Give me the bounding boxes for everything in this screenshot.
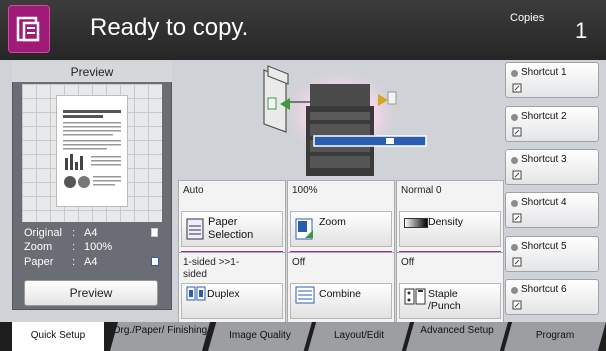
shortcut-indicator-icon: [511, 200, 518, 207]
machine-illustration: [176, 62, 494, 180]
tab-org-paper-finishing[interactable]: Org./Paper/ Finishing: [110, 322, 210, 351]
density-cell[interactable]: Normal 0 Density: [396, 180, 504, 260]
duplex-icon: [186, 286, 206, 301]
register-icon: [512, 257, 522, 267]
shortcut-3-button[interactable]: Shortcut 3: [505, 149, 599, 185]
duplex-button[interactable]: Duplex: [181, 283, 283, 319]
copies-label: Copies: [510, 12, 545, 24]
register-icon: [512, 300, 522, 310]
paper-value: A4: [84, 256, 98, 268]
paper-icon: [186, 218, 204, 240]
tab-quick-setup[interactable]: Quick Setup: [12, 322, 104, 351]
original-value: A4: [84, 227, 98, 239]
shortcut-indicator-icon: [511, 114, 518, 121]
status-message: Ready to copy.: [90, 14, 249, 41]
shortcut-2-button[interactable]: Shortcut 2: [505, 106, 599, 142]
shortcut-indicator-icon: [511, 244, 518, 251]
combine-icon: [295, 286, 315, 304]
zoom-cell[interactable]: 100% Zoom: [287, 180, 395, 260]
tab-advanced-setup[interactable]: Advanced Setup: [406, 322, 508, 351]
combine-cell[interactable]: Off Combine: [287, 252, 395, 332]
duplex-value: 1-sided >>1-sided: [183, 257, 240, 280]
combine-button[interactable]: Combine: [290, 283, 392, 319]
copies-count[interactable]: 1: [575, 18, 587, 44]
zoom-label: Zoom: [24, 241, 53, 253]
density-label: Density: [428, 216, 464, 228]
density-value: Normal 0: [401, 185, 442, 196]
copy-app-icon[interactable]: [8, 5, 50, 53]
shortcut-indicator-icon: [511, 157, 518, 164]
page-orientation-icon: [151, 228, 158, 237]
original-label: Original: [24, 227, 62, 239]
shortcut-5-label: Shortcut 5: [521, 241, 567, 252]
paper-line: Paper: A4: [24, 256, 164, 268]
staple-punch-label: Staple /Punch: [428, 288, 461, 312]
shortcut-4-label: Shortcut 4: [521, 197, 567, 208]
tab-image-quality[interactable]: Image Quality: [208, 322, 312, 351]
preview-button[interactable]: Preview: [24, 280, 158, 306]
tab-layout-edit[interactable]: Layout/Edit: [308, 322, 410, 351]
tab-program[interactable]: Program: [504, 322, 606, 351]
density-button[interactable]: Density: [399, 211, 501, 247]
staple-icon: [404, 288, 426, 305]
shortcut-1-button[interactable]: Shortcut 1: [505, 62, 599, 98]
zoom-value: 100%: [84, 241, 113, 253]
register-icon: [512, 170, 522, 180]
combine-value: Off: [292, 257, 306, 268]
combine-label: Combine: [319, 288, 362, 300]
zoom-line: Zoom:100%: [24, 241, 113, 253]
zoom-button-label: Zoom: [319, 216, 346, 228]
zoom-icon: [295, 218, 313, 240]
shortcut-1-label: Shortcut 1: [521, 67, 567, 78]
staple-punch-value: Off: [401, 257, 415, 268]
shortcut-6-label: Shortcut 6: [521, 284, 567, 295]
paper-selection-value: Auto: [183, 185, 204, 196]
duplex-label: Duplex: [207, 288, 240, 300]
preview-title: Preview: [12, 62, 172, 82]
shortcut-5-button[interactable]: Shortcut 5: [505, 236, 599, 272]
duplex-cell[interactable]: 1-sided >>1-sided Duplex: [178, 252, 286, 332]
preview-page-thumbnail: [56, 95, 128, 207]
shortcut-6-button[interactable]: Shortcut 6: [505, 279, 599, 315]
shortcut-3-label: Shortcut 3: [521, 154, 567, 165]
zoom-setting-value: 100%: [292, 185, 318, 196]
register-icon: [512, 83, 522, 93]
shortcut-indicator-icon: [511, 287, 518, 294]
shortcut-2-label: Shortcut 2: [521, 111, 567, 122]
paper-selection-cell[interactable]: Auto Paper Selection: [178, 180, 286, 260]
register-icon: [512, 213, 522, 223]
density-icon: [404, 218, 428, 228]
paper-selection-label: Paper Selection: [208, 216, 254, 241]
paper-tray-icon: [151, 257, 159, 266]
paper-selection-button[interactable]: Paper Selection: [181, 211, 283, 247]
staple-punch-cell[interactable]: Off Staple /Punch: [396, 252, 504, 332]
original-size-line: Original: A4: [24, 227, 164, 239]
register-icon: [512, 127, 522, 137]
shortcut-indicator-icon: [511, 70, 518, 77]
shortcut-4-button[interactable]: Shortcut 4: [505, 192, 599, 228]
paper-label: Paper: [24, 256, 54, 268]
staple-punch-button[interactable]: Staple /Punch: [399, 283, 501, 319]
zoom-button[interactable]: Zoom: [290, 211, 392, 247]
